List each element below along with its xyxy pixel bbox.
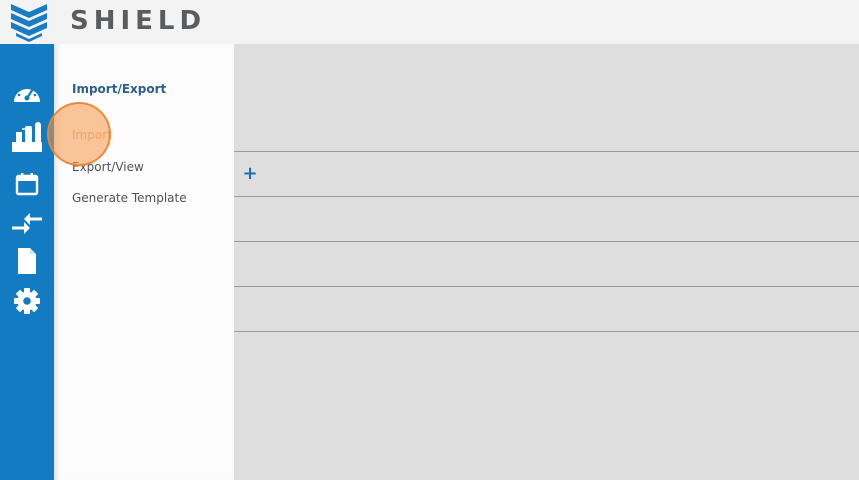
settings-gear-icon[interactable]: [0, 284, 54, 318]
submenu-title: Import/Export: [72, 82, 167, 96]
submenu-item-export-view[interactable]: Export/View: [72, 160, 144, 174]
sidebar: [0, 44, 54, 480]
row-divider: [234, 331, 859, 332]
document-icon[interactable]: [0, 244, 54, 278]
import-export-submenu: Import/Export Import Export/View Generat…: [54, 44, 234, 480]
shield-chevron-logo-icon[interactable]: [10, 2, 48, 42]
dashboard-gauge-icon[interactable]: [0, 76, 54, 110]
submenu-item-import[interactable]: Import: [72, 128, 112, 142]
submenu-item-generate-template[interactable]: Generate Template: [72, 191, 187, 205]
row-divider: [234, 196, 859, 197]
calendar-icon[interactable]: [0, 167, 54, 201]
top-bar: SHIELD: [0, 0, 859, 44]
row-divider: [234, 241, 859, 242]
add-button[interactable]: +: [242, 164, 258, 184]
plant-facility-icon[interactable]: [0, 120, 54, 154]
brand-name: SHIELD: [70, 6, 207, 36]
row-divider: [234, 151, 859, 152]
row-divider: [234, 286, 859, 287]
main-content: +: [234, 44, 859, 480]
import-export-arrows-icon[interactable]: [0, 207, 54, 241]
